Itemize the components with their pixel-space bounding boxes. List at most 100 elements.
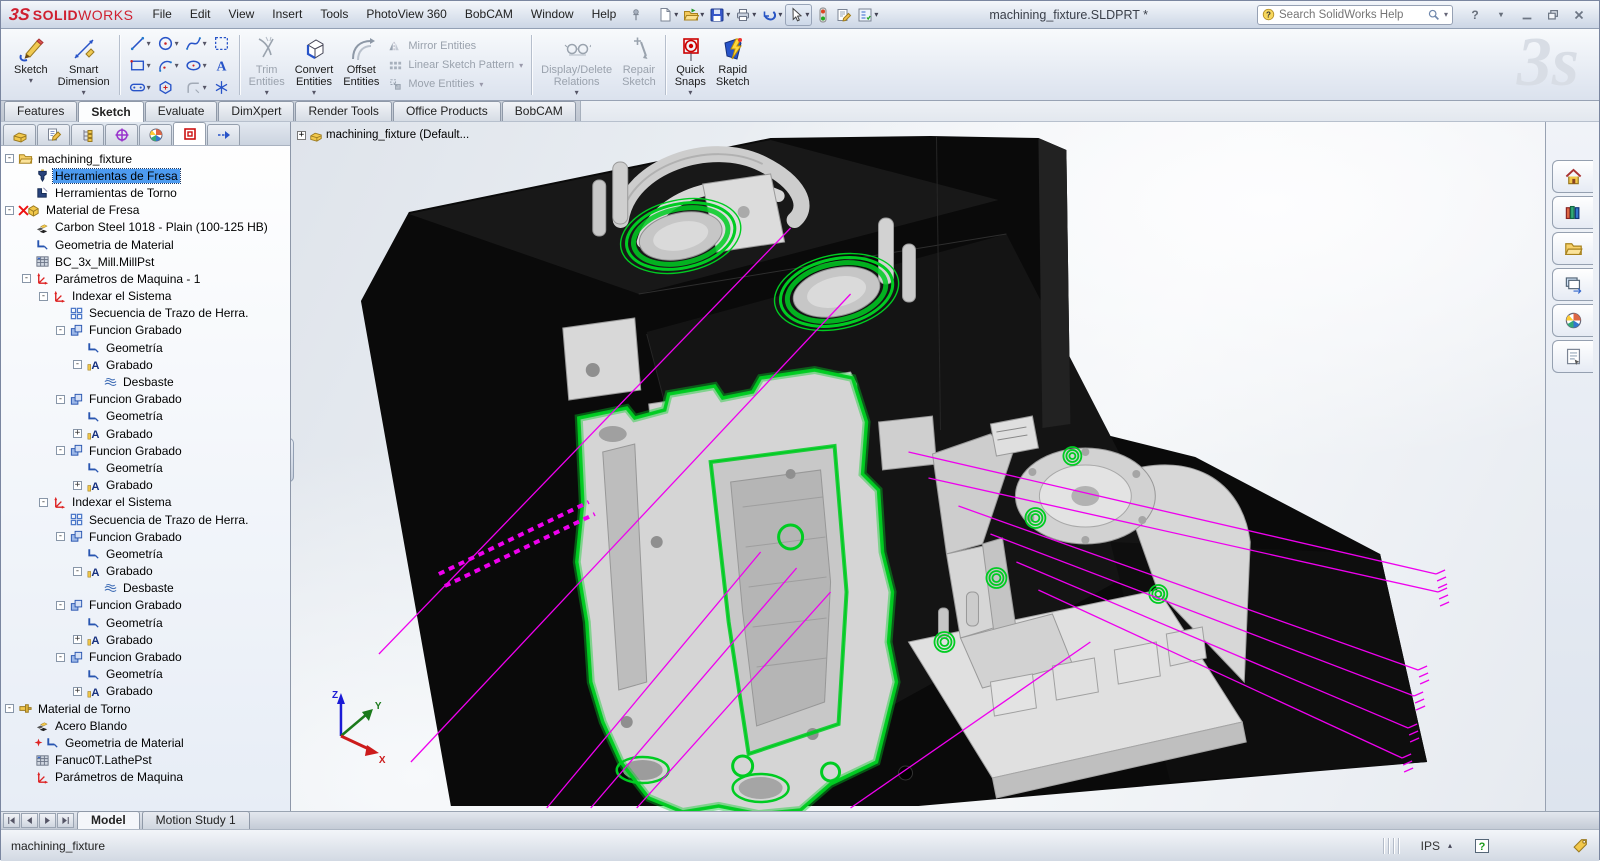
collapse-icon[interactable]: - <box>56 600 65 610</box>
tree-item[interactable]: Geometría <box>1 339 290 356</box>
collapse-icon[interactable]: - <box>39 497 48 507</box>
expand-icon[interactable]: + <box>73 686 82 696</box>
tree-item[interactable]: - machining_fixture <box>1 150 290 167</box>
panel-tab-part-tree[interactable] <box>3 124 36 145</box>
appearance-button[interactable] <box>959 122 978 124</box>
new-document-button[interactable]: ▾ <box>655 5 680 25</box>
rectangle-sketch-button[interactable]: ▾ <box>127 54 153 76</box>
linear-sketch-pattern-button[interactable]: Linear Sketch Pattern ▾ <box>388 58 523 73</box>
panel-tab-display-mgr[interactable] <box>139 124 172 145</box>
tree-item[interactable]: - Funcion Grabado <box>1 528 290 545</box>
tab-features[interactable]: Features <box>4 101 78 121</box>
collapse-icon[interactable]: - <box>73 360 82 370</box>
task-pane-tab-view-palette[interactable] <box>1552 268 1593 301</box>
restore-button[interactable] <box>1543 6 1563 24</box>
tree-item[interactable]: - A Grabado <box>1 356 290 373</box>
tree-item[interactable]: + A Grabado <box>1 425 290 442</box>
tab-render-tools[interactable]: Render Tools <box>295 101 392 121</box>
display-style-button[interactable]: ▾ <box>906 122 930 124</box>
quick-snaps-button[interactable]: Quick Snaps ▾ <box>670 31 711 99</box>
tree-item[interactable]: - Material de Fresa <box>1 202 290 219</box>
ellipse-sketch-button[interactable]: ▾ <box>183 54 209 76</box>
tag-icon[interactable] <box>1572 837 1589 854</box>
menu-pin-icon[interactable] <box>627 6 645 24</box>
collapse-icon[interactable]: - <box>22 274 31 284</box>
zoom-fit-button[interactable] <box>791 122 810 124</box>
search-dropdown-caret-icon[interactable]: ▾ <box>1444 10 1448 19</box>
tree-item[interactable]: - Funcion Grabado <box>1 322 290 339</box>
spline-sketch-button[interactable]: ▾ <box>183 32 209 54</box>
app-help-button[interactable]: ? <box>1465 6 1485 24</box>
3d-model-scene[interactable]: Z Y X <box>291 122 1545 811</box>
view-settings-button[interactable]: ▾ <box>1007 122 1031 124</box>
slot-sketch-button[interactable]: ▾ <box>127 76 153 98</box>
tree-item[interactable]: Fanuc0T.LathePst <box>1 752 290 769</box>
move-entities-button[interactable]: Move Entities ▾ <box>388 77 523 92</box>
close-button[interactable] <box>1569 6 1589 24</box>
save-button[interactable]: ▾ <box>707 5 732 25</box>
repair-sketch-button[interactable]: Repair Sketch <box>617 31 661 99</box>
collapse-icon[interactable]: - <box>5 704 14 714</box>
collapse-icon[interactable]: - <box>56 532 65 542</box>
line-sketch-button[interactable]: ▾ <box>127 32 153 54</box>
smart-dimension-button[interactable]: Smart Dimension ▾ <box>53 31 115 99</box>
graphics-viewport[interactable]: Z Y X + machining_fixture (Default... ▾▾… <box>291 122 1545 811</box>
display-delete-relations-button[interactable]: Display/Delete Relations ▾ <box>536 31 617 99</box>
tree-item[interactable]: Parámetros de Maquina <box>1 769 290 786</box>
print-button[interactable]: ▾ <box>733 5 758 25</box>
tree-item[interactable]: Geometria de Material <box>1 734 290 751</box>
menu-window[interactable]: Window <box>522 1 583 28</box>
task-pane-tab-file-explorer[interactable] <box>1552 232 1593 265</box>
collapse-icon[interactable]: - <box>56 652 65 662</box>
open-folder-button[interactable]: ▾ <box>681 5 706 25</box>
task-pane-tab-custom-props[interactable] <box>1552 340 1593 373</box>
collapse-icon[interactable]: - <box>73 566 82 576</box>
menu-tools[interactable]: Tools <box>311 1 357 28</box>
menu-insert[interactable]: Insert <box>263 1 311 28</box>
units-caret-icon[interactable]: ▴ <box>1448 841 1452 850</box>
tab-sketch[interactable]: Sketch <box>78 101 144 122</box>
scene-button[interactable]: ▾ <box>981 122 1005 124</box>
panel-tab-property-mgr[interactable] <box>37 124 70 145</box>
tree-item[interactable]: - Funcion Grabado <box>1 442 290 459</box>
file-properties-button[interactable] <box>834 5 854 25</box>
tree-item[interactable]: - Parámetros de Maquina - 1 <box>1 270 290 287</box>
tree-item[interactable]: Geometría <box>1 545 290 562</box>
nav-next-button[interactable] <box>39 813 56 828</box>
task-pane-tab-appearance[interactable] <box>1552 304 1593 337</box>
tree-item[interactable]: Herramientas de Fresa <box>1 167 290 184</box>
expand-icon[interactable]: + <box>73 480 82 490</box>
tree-item[interactable]: Geometría <box>1 614 290 631</box>
sketch-button[interactable]: Sketch ▾ <box>9 31 53 99</box>
menu-view[interactable]: View <box>220 1 264 28</box>
offset-entities-button[interactable]: Offset Entities <box>338 31 384 99</box>
quick-tips-icon[interactable]: ? <box>1474 838 1490 854</box>
tree-item[interactable]: Secuencia de Trazo de Herra. <box>1 511 290 528</box>
undo-button[interactable]: ▾ <box>759 5 784 25</box>
tree-item[interactable]: - Funcion Grabado <box>1 597 290 614</box>
unit-system-selector[interactable]: IPS <box>1421 839 1440 853</box>
expand-icon[interactable]: + <box>73 635 82 645</box>
trim-entities-button[interactable]: Trim Entities ▾ <box>244 31 290 99</box>
tree-item[interactable]: - Material de Torno <box>1 700 290 717</box>
expand-icon[interactable]: + <box>297 130 306 140</box>
tree-item[interactable]: Geometría <box>1 408 290 425</box>
zoom-area-button[interactable] <box>813 122 832 124</box>
tree-item[interactable]: Herramientas de Torno <box>1 184 290 201</box>
collapse-icon[interactable]: - <box>5 154 14 164</box>
panel-tab-dimxpert-mgr[interactable] <box>105 124 138 145</box>
nav-prev-button[interactable] <box>21 813 38 828</box>
task-pane-tab-home[interactable] <box>1552 160 1593 193</box>
rebuild-light-button[interactable] <box>813 5 833 25</box>
convert-entities-button[interactable]: Convert Entities ▾ <box>290 31 339 99</box>
viewport-feature-label[interactable]: + machining_fixture (Default... <box>297 128 469 142</box>
hide-show-button[interactable]: ▾ <box>932 122 956 124</box>
menu-photoview-360[interactable]: PhotoView 360 <box>357 1 456 28</box>
nav-first-button[interactable] <box>3 813 20 828</box>
minimize-button[interactable] <box>1517 6 1537 24</box>
menu-edit[interactable]: Edit <box>181 1 220 28</box>
tree-item[interactable]: + A Grabado <box>1 683 290 700</box>
menu-file[interactable]: File <box>143 1 180 28</box>
collapse-icon[interactable]: - <box>56 394 65 404</box>
menu-help[interactable]: Help <box>583 1 626 28</box>
